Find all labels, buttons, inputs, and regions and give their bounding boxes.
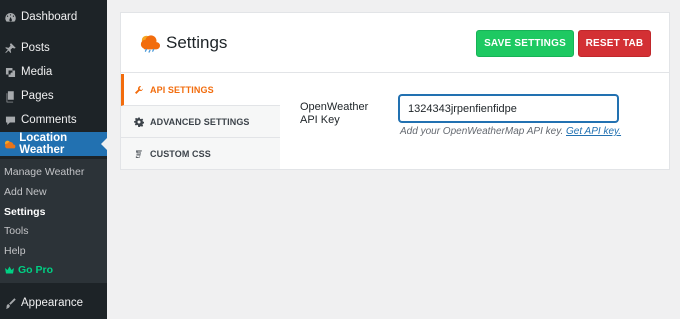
comment-icon [0, 114, 20, 127]
sidebar-item-label: Location Weather [19, 132, 68, 156]
page-title: Settings [166, 33, 228, 52]
css-icon [133, 148, 144, 159]
sidebar-submenu: Manage Weather Add New Settings Tools He… [0, 159, 107, 283]
pin-icon [0, 42, 20, 55]
sidebar-item-comments[interactable]: Comments [0, 108, 107, 132]
location-weather-logo-icon [140, 35, 160, 53]
sidebar-item-media[interactable]: Media [0, 60, 107, 84]
tab-label: ADVANCED SETTINGS [150, 116, 250, 127]
weather-icon [0, 138, 18, 151]
save-settings-button[interactable]: SAVE SETTINGS [476, 30, 574, 57]
pages-icon [0, 90, 20, 103]
brush-icon [0, 297, 20, 310]
sidebar-item-label: Media [21, 66, 53, 78]
api-key-help: Add your OpenWeatherMap API key. Get API… [400, 126, 621, 137]
sidebar-item-label: Appearance [21, 297, 84, 309]
go-pro-label: Go Pro [18, 264, 54, 276]
api-key-help-text: Add your OpenWeatherMap API key. [400, 126, 564, 137]
settings-tabs: API SETTINGS ADVANCED SETTINGS CUSTOM CS… [121, 74, 280, 170]
submenu-item-help[interactable]: Help [4, 245, 26, 257]
tab-label: API SETTINGS [150, 84, 214, 95]
api-key-input[interactable] [399, 95, 618, 122]
media-icon [0, 66, 20, 79]
sidebar-item-label: Posts [21, 42, 50, 54]
sidebar-item-label: Comments [21, 114, 77, 126]
sidebar-item-pages[interactable]: Pages [0, 84, 107, 108]
crown-icon [5, 266, 14, 274]
api-key-label: OpenWeather API Key [300, 101, 369, 126]
tab-label: CUSTOM CSS [150, 148, 211, 159]
admin-sidebar: Dashboard Posts Media Pages Comments Loc… [0, 0, 107, 319]
tab-advanced-settings[interactable]: ADVANCED SETTINGS [121, 106, 280, 138]
sidebar-item-posts[interactable]: Posts [0, 36, 107, 60]
sidebar-item-dashboard[interactable]: Dashboard [0, 5, 107, 29]
sidebar-item-label: Dashboard [21, 11, 78, 23]
settings-header: Settings SAVE SETTINGS RESET TAB [121, 13, 669, 73]
submenu-item-manage-weather[interactable]: Manage Weather [4, 166, 84, 178]
settings-panel: Settings SAVE SETTINGS RESET TAB API SET… [120, 12, 670, 170]
submenu-item-add-new[interactable]: Add New [4, 186, 47, 198]
wrench-icon [133, 84, 144, 95]
gear-icon [133, 116, 144, 127]
sidebar-item-label: Pages [21, 90, 54, 102]
submenu-item-go-pro[interactable]: Go Pro [4, 264, 53, 276]
active-menu-arrow [101, 138, 107, 150]
tab-api-settings[interactable]: API SETTINGS [121, 74, 280, 106]
sidebar-item-location-weather[interactable]: Location Weather [0, 132, 107, 156]
tab-custom-css[interactable]: CUSTOM CSS [121, 138, 280, 170]
sidebar-item-appearance[interactable]: Appearance [0, 291, 107, 315]
dashboard-icon [0, 11, 20, 24]
submenu-item-tools[interactable]: Tools [4, 225, 29, 237]
submenu-item-settings[interactable]: Settings [4, 206, 45, 218]
reset-tab-button[interactable]: RESET TAB [578, 30, 651, 57]
get-api-key-link[interactable]: Get API key. [566, 126, 621, 137]
